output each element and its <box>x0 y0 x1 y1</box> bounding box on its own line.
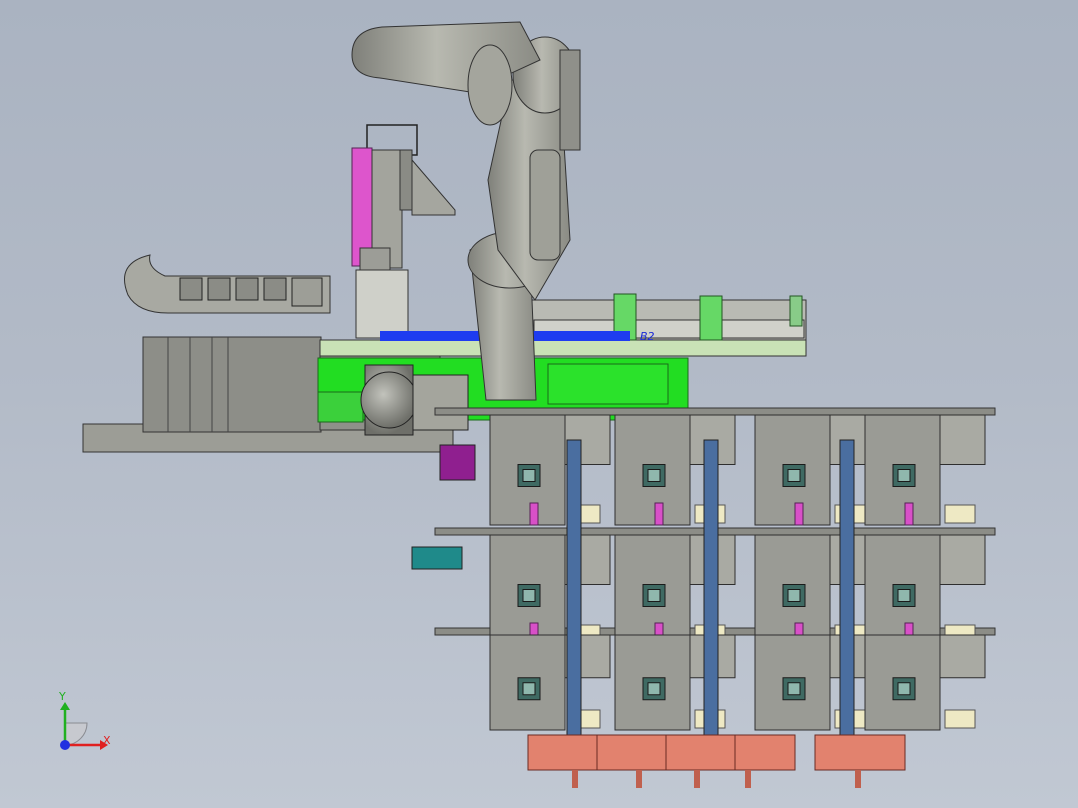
module-cell[interactable] <box>489 534 611 646</box>
module-cell[interactable] <box>864 414 986 526</box>
triad-z-axis <box>60 740 70 750</box>
module-grid[interactable] <box>434 407 996 756</box>
triad-y-label: Y <box>58 690 66 703</box>
vertical-feeder[interactable] <box>351 124 456 339</box>
drive-motor[interactable] <box>360 364 469 436</box>
triad-x-label: X <box>103 734 111 747</box>
module-cell[interactable] <box>489 414 611 526</box>
annotation-label: B2 <box>640 330 655 343</box>
module-cell[interactable] <box>864 534 986 646</box>
coordinate-triad: X Y <box>58 690 111 750</box>
cad-viewport[interactable]: B2 X Y <box>0 0 1078 808</box>
side-actuator[interactable] <box>411 444 476 570</box>
module-cell[interactable] <box>754 534 876 646</box>
module-cell[interactable] <box>864 634 986 731</box>
module-cell[interactable] <box>754 634 876 731</box>
module-cell[interactable] <box>489 634 611 731</box>
cable-chain[interactable] <box>124 254 331 314</box>
bottom-motors[interactable] <box>527 734 906 788</box>
module-cell[interactable] <box>754 414 876 526</box>
